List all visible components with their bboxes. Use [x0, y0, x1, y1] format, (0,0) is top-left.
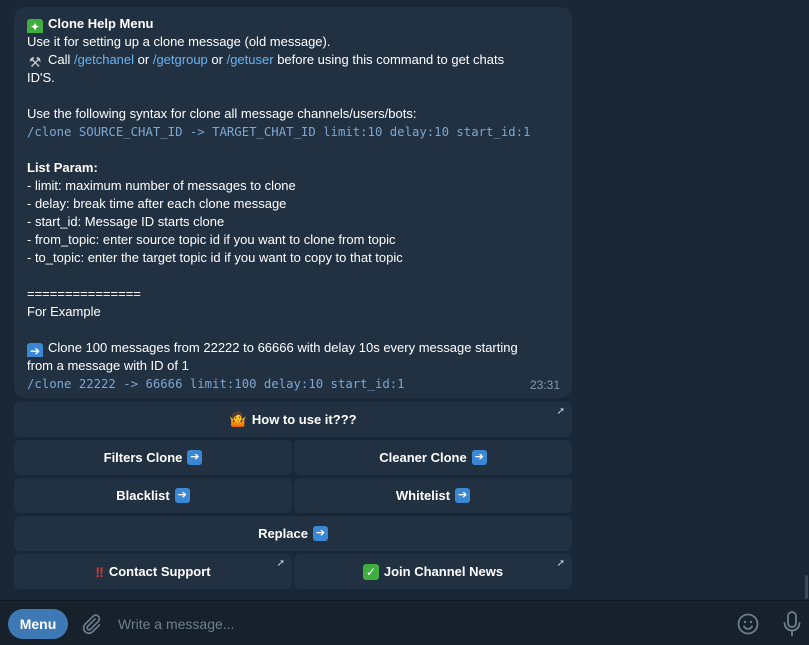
arrow-right-icon: ➔ [27, 343, 43, 357]
call-suffix: before using this command to get chats [277, 52, 505, 67]
param-item: - limit: maximum number of messages to c… [27, 178, 296, 193]
example-title: For Example [27, 304, 101, 319]
example-desc: Clone 100 messages from 22222 to 66666 w… [48, 340, 518, 355]
message-text: ✦ Clone Help Menu Use it for setting up a… [27, 15, 567, 393]
arrow-right-icon: ➔ [312, 526, 328, 541]
join-channel-label: Join Channel News [383, 564, 504, 579]
menu-button[interactable]: Menu [8, 609, 68, 639]
or-text: or [137, 52, 150, 67]
filters-clone-button[interactable]: Filters Clone ➔ [14, 440, 292, 475]
arrow-right-icon: ➔ [471, 450, 487, 465]
attach-icon[interactable] [80, 612, 102, 636]
message-title: Clone Help Menu [48, 16, 154, 31]
person-shrug-icon: 🤷 [229, 411, 247, 427]
message-intro: Use it for setting up a clone message (o… [27, 34, 331, 49]
syntax-intro: Use the following syntax for clone all m… [27, 106, 417, 121]
whitelist-label: Whitelist [395, 488, 451, 503]
message-time: 23:31 [529, 378, 560, 392]
whitelist-button[interactable]: Whitelist ➔ [294, 478, 572, 513]
param-item: - delay: break time after each clone mes… [27, 196, 287, 211]
blacklist-label: Blacklist [116, 488, 170, 503]
external-link-icon: ➚ [276, 558, 285, 569]
microphone-icon[interactable] [781, 610, 803, 638]
param-item: - to_topic: enter the target topic id if… [27, 250, 403, 265]
external-link-icon: ➚ [556, 406, 565, 417]
cleaner-clone-button[interactable]: Cleaner Clone ➔ [294, 440, 572, 475]
syntax-command[interactable]: /clone SOURCE_CHAT_ID -> TARGET_CHAT_ID … [27, 123, 567, 141]
replace-label: Replace [258, 526, 308, 541]
sparkle-icon: ✦ [27, 19, 43, 33]
chat-area: ✦ Clone Help Menu Use it for setting up a… [0, 0, 809, 600]
emoji-icon[interactable] [736, 612, 760, 636]
check-mark-icon: ✓ [362, 563, 379, 580]
arrow-right-icon: ➔ [174, 488, 190, 503]
call-prefix: Call [48, 52, 71, 67]
getchanel-link[interactable]: /getchanel [74, 52, 134, 67]
separator: =============== [27, 286, 141, 301]
param-item: - from_topic: enter source topic id if y… [27, 232, 396, 247]
param-title: List Param: [27, 160, 98, 175]
how-to-use-button[interactable]: 🤷 How to use it??? ➚ [14, 402, 572, 437]
getgroup-link[interactable]: /getgroup [153, 52, 208, 67]
or-text: or [211, 52, 223, 67]
message-input[interactable] [108, 609, 738, 639]
contact-support-button[interactable]: ‼ Contact Support ➚ [14, 554, 292, 589]
getuser-link[interactable]: /getuser [227, 52, 274, 67]
call-suffix-2: ID'S. [27, 70, 55, 85]
how-to-use-label: How to use it??? [251, 412, 357, 427]
cleaner-clone-label: Cleaner Clone [379, 450, 467, 465]
external-link-icon: ➚ [556, 558, 565, 569]
replace-button[interactable]: Replace ➔ [14, 516, 572, 551]
tools-icon: ⚒ [28, 54, 42, 69]
example-command[interactable]: /clone 22222 -> 66666 limit:100 delay:10… [27, 375, 567, 393]
composer-bar: Menu [0, 600, 809, 645]
double-exclamation-icon: ‼ [95, 563, 104, 580]
scrollbar[interactable] [805, 575, 808, 599]
join-channel-button[interactable]: ✓ Join Channel News ➚ [294, 554, 572, 589]
blacklist-button[interactable]: Blacklist ➔ [14, 478, 292, 513]
example-desc-2: from a message with ID of 1 [27, 358, 189, 373]
filters-clone-label: Filters Clone [103, 450, 183, 465]
message-bubble: ✦ Clone Help Menu Use it for setting up a… [14, 7, 572, 398]
param-item: - start_id: Message ID starts clone [27, 214, 225, 229]
arrow-right-icon: ➔ [187, 450, 203, 465]
arrow-right-icon: ➔ [455, 488, 471, 503]
contact-support-label: Contact Support [108, 564, 211, 579]
